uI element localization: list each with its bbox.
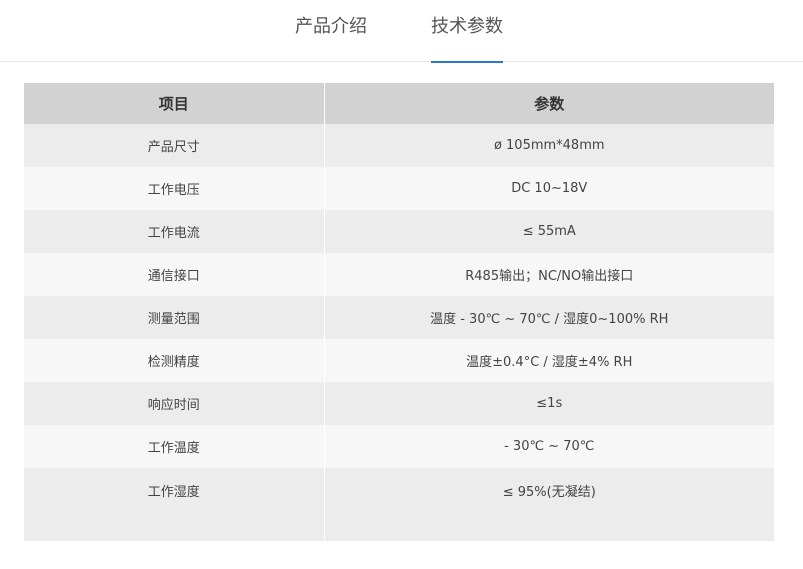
table-row: 检测精度 温度±0.4°C / 湿度±4% RH xyxy=(24,339,774,382)
row-value: ø 105mm*48mm xyxy=(324,124,774,167)
header-param: 参数 xyxy=(324,83,774,124)
row-value: ≤ 55mA xyxy=(324,210,774,253)
table-row: 通信接口 R485输出；NC/NO输出接口 xyxy=(24,253,774,296)
row-item: 工作电流 xyxy=(24,210,325,253)
row-value: R485输出；NC/NO输出接口 xyxy=(324,253,774,296)
tab-product-intro[interactable]: 产品介绍 xyxy=(294,14,368,62)
tab-bar: 产品介绍 技术参数 xyxy=(0,0,803,63)
row-value: DC 10~18V xyxy=(324,167,774,210)
table-row: 产品尺寸 ø 105mm*48mm xyxy=(24,124,774,167)
row-value: ≤1s xyxy=(324,382,774,425)
table-row: 响应时间 ≤1s xyxy=(24,382,774,425)
row-item: 检测精度 xyxy=(24,339,325,382)
row-item: 测量范围 xyxy=(24,296,325,339)
table-row: 工作温度 - 30℃ ~ 70℃ xyxy=(24,425,774,468)
row-value: 温度±0.4°C / 湿度±4% RH xyxy=(324,339,774,382)
row-item: 工作湿度 xyxy=(24,468,325,541)
header-item: 项目 xyxy=(24,83,325,124)
table-header-row: 项目 参数 xyxy=(24,83,774,124)
table-row: 工作湿度 ≤ 95%(无凝结) xyxy=(24,468,774,541)
table-row: 工作电流 ≤ 55mA xyxy=(24,210,774,253)
row-item: 通信接口 xyxy=(24,253,325,296)
table-row: 工作电压 DC 10~18V xyxy=(24,167,774,210)
row-item: 响应时间 xyxy=(24,382,325,425)
table-row: 测量范围 温度 - 30℃ ~ 70℃ / 湿度0~100% RH xyxy=(24,296,774,339)
row-item: 工作温度 xyxy=(24,425,325,468)
tab-tech-params[interactable]: 技术参数 xyxy=(431,14,503,63)
row-item: 工作电压 xyxy=(24,167,325,210)
spec-table: 项目 参数 产品尺寸 ø 105mm*48mm 工作电压 DC 10~18V 工… xyxy=(24,83,774,541)
row-value: - 30℃ ~ 70℃ xyxy=(324,425,774,468)
row-value: ≤ 95%(无凝结) xyxy=(324,468,774,541)
row-value: 温度 - 30℃ ~ 70℃ / 湿度0~100% RH xyxy=(324,296,774,339)
row-item: 产品尺寸 xyxy=(24,124,325,167)
